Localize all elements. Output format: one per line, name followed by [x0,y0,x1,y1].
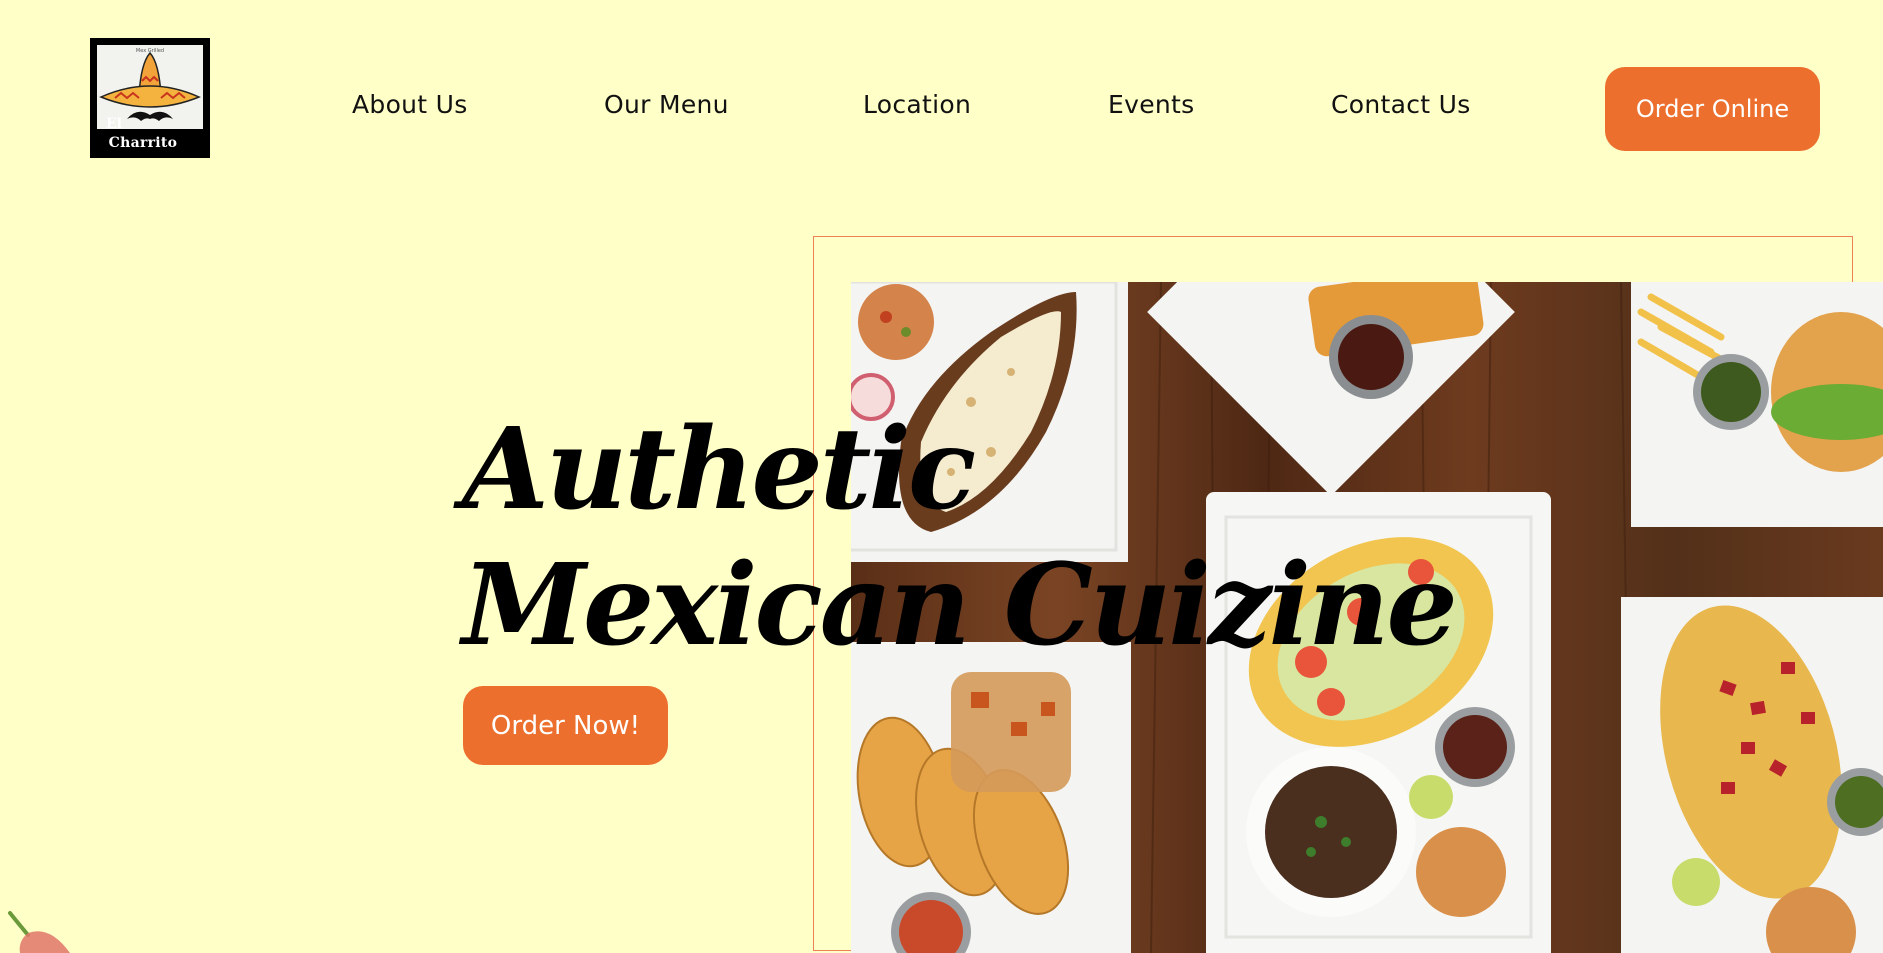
order-now-button[interactable]: Order Now! [463,686,668,765]
hero-title: Authetic Mexican Cuizine [462,402,1458,674]
nav-contact-us[interactable]: Contact Us [1331,90,1471,119]
site-header: Mex Grilled El Charrito About Us Our Men… [0,0,1883,200]
order-online-button[interactable]: Order Online [1605,67,1820,151]
nav-our-menu[interactable]: Our Menu [604,90,729,119]
logo-text-el: El [106,116,122,132]
nav-about-us[interactable]: About Us [352,90,468,119]
page: Mex Grilled El Charrito About Us Our Men… [0,0,1883,953]
nav-events[interactable]: Events [1108,90,1194,119]
hero-title-line-1: Authetic [462,404,976,535]
nav-location[interactable]: Location [863,90,971,119]
hero-title-line-2: Mexican Cuizine [462,540,1458,671]
chili-pepper-icon [8,911,71,953]
brand-logo[interactable]: Mex Grilled El Charrito [90,38,210,158]
logo-text-charrito: Charrito [108,135,178,151]
